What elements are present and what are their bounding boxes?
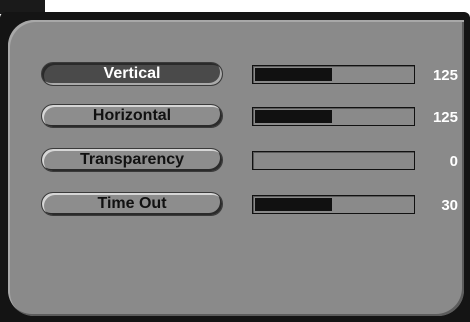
vertical-slider[interactable] (252, 65, 415, 84)
time-out-slider[interactable] (252, 195, 415, 214)
vertical-slider-fill (255, 68, 332, 81)
menu-row-time-out: Time Out 30 (8, 192, 464, 218)
time-out-value: 30 (441, 196, 458, 214)
transparency-value: 0 (449, 152, 458, 170)
menu-row-vertical: Vertical 125 (8, 62, 464, 88)
horizontal-slider-fill (255, 110, 332, 123)
time-out-button[interactable]: Time Out (41, 192, 223, 216)
horizontal-value: 125 (432, 108, 458, 126)
osd-panel: Vertical 125 Horizontal 125 Transparency… (8, 20, 464, 316)
time-out-slider-fill (255, 198, 332, 211)
horizontal-button[interactable]: Horizontal (41, 104, 223, 128)
vertical-button[interactable]: Vertical (41, 62, 223, 86)
menu-row-horizontal: Horizontal 125 (8, 104, 464, 130)
menu-row-transparency: Transparency 0 (8, 148, 464, 174)
transparency-button[interactable]: Transparency (41, 148, 223, 172)
transparency-slider[interactable] (252, 151, 415, 170)
vertical-value: 125 (432, 66, 458, 84)
horizontal-slider[interactable] (252, 107, 415, 126)
